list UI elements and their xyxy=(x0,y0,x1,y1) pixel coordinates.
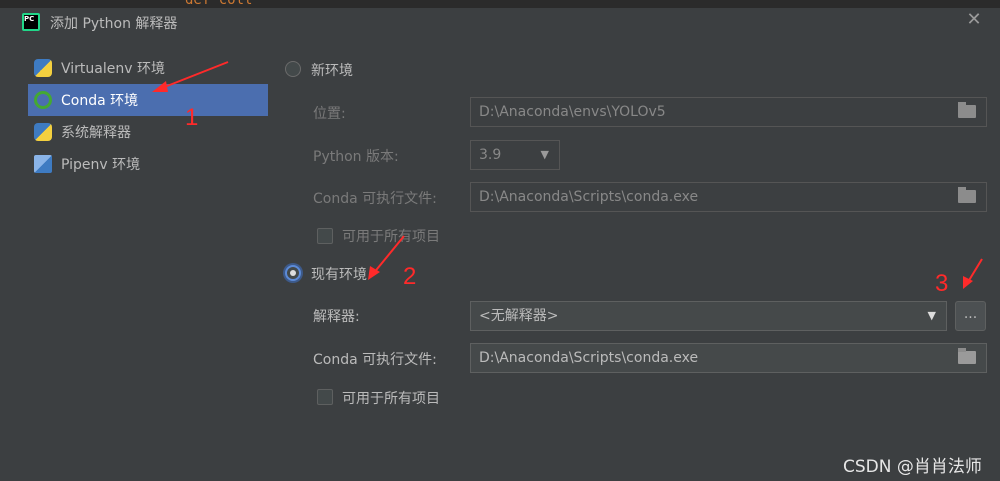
annotation-arrows xyxy=(152,61,983,289)
annotation-number-1: 1 xyxy=(185,104,199,131)
annotation-number-3: 3 xyxy=(935,270,949,297)
watermark: CSDN @肖肖法师 xyxy=(843,457,982,477)
annotation-number-2: 2 xyxy=(403,263,417,290)
annotation-arrow-1 xyxy=(161,61,229,89)
annotation-arrow-3 xyxy=(967,258,983,283)
annotation-arrowhead-1 xyxy=(152,81,168,92)
annotation-arrow-2 xyxy=(372,235,405,275)
